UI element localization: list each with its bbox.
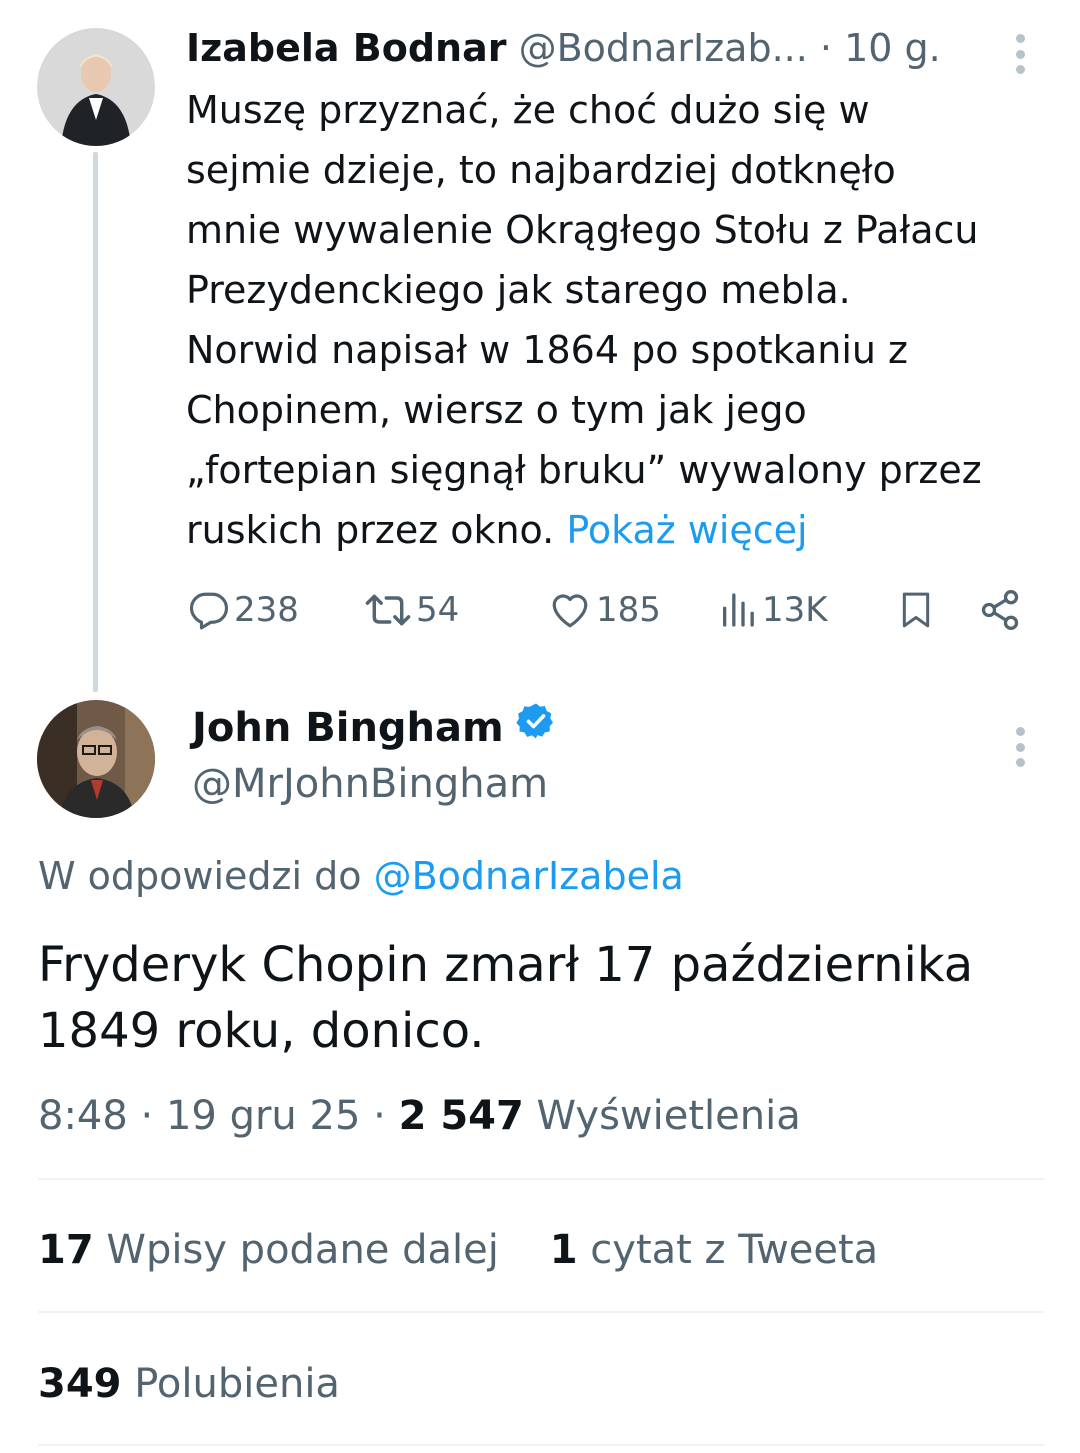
avatar-john-bingham[interactable] [37,700,155,818]
like-button[interactable]: 185 [548,584,661,636]
reply-icon [188,589,230,631]
text-line-last: ruskich przez okno. [186,508,555,552]
main-author-handle[interactable]: @MrJohnBingham [192,756,548,812]
repost-icon [364,589,412,631]
likes-stat[interactable]: 349 Polubienia [38,1356,340,1412]
share-button[interactable] [978,584,1022,636]
quotes-count: 1 [549,1227,578,1273]
engagement-stats: 17 Wpisy podane dalej 1 cytat z Tweeta [38,1222,878,1278]
text-line: ruskich przez okno. Pokaż więcej [186,500,1056,560]
views-icon [718,589,758,631]
likes-label: Polubienia [134,1361,340,1407]
reply-to-line: W odpowiedzi do @BodnarIzabela [38,848,684,904]
main-more-icon[interactable] [1015,727,1025,767]
text-line: mnie wywalenie Okrągłego Stołu z Pałacu [186,208,979,252]
main-author-name[interactable]: John Bingham [192,700,504,756]
parent-tweet-text[interactable]: Muszę przyznać, że choć dużo się w sejmi… [186,80,1056,560]
parent-more-icon[interactable] [1015,34,1025,74]
verified-badge-icon[interactable] [516,700,556,756]
repost-button[interactable]: 54 [364,584,459,636]
tweet-date[interactable]: 19 gru 25 [166,1093,360,1139]
main-tweet-text: Fryderyk Chopin zmarł 17 października 18… [38,932,1048,1064]
reposts-label: Wpisy podane dalej [106,1227,499,1273]
reply-count: 238 [234,590,299,630]
bookmark-icon [896,588,936,632]
likes-count: 349 [38,1361,122,1407]
header-separator: · [819,26,832,70]
meta-dot: · [373,1093,386,1139]
text-line: sejmie dzieje, to najbardziej dotknęło [186,148,896,192]
thread-connector-line [93,152,98,692]
views-count: 13K [762,590,828,630]
views-total: 2 547 [398,1093,524,1139]
text-line: „fortepian sięgnął bruku” wywalony przez [186,448,982,492]
reply-to-prefix: W odpowiedzi do [38,854,362,898]
divider [38,1178,1044,1180]
tweet-meta: 8:48 · 19 gru 25 · 2 547 Wyświetlenia [38,1088,801,1144]
text-line: Muszę przyznać, że choć dużo się w [186,88,870,132]
parent-author-handle[interactable]: @BodnarIzab... [519,26,808,70]
divider [38,1444,1044,1446]
parent-time-ago[interactable]: 10 g. [844,26,941,70]
meta-dot: · [140,1093,154,1139]
quotes-label: cytat z Tweeta [590,1227,879,1273]
tweet-time[interactable]: 8:48 [38,1093,128,1139]
like-icon [548,589,592,631]
text-line: 1849 roku, donico. [38,1003,485,1059]
parent-author-name[interactable]: Izabela Bodnar [186,26,506,70]
bookmark-button[interactable] [896,584,936,636]
quotes-stat[interactable]: 1 cytat z Tweeta [550,1227,878,1273]
views-label: Wyświetlenia [536,1093,801,1139]
like-count: 185 [596,590,661,630]
text-line: Norwid napisał w 1864 po spotkaniu z [186,328,908,372]
show-more-link[interactable]: Pokaż więcej [566,508,807,552]
repost-count: 54 [416,590,460,630]
avatar-izabela-bodnar[interactable] [37,28,155,146]
text-line: Chopinem, wiersz o tym jak jego [186,388,807,432]
reply-to-handle-link[interactable]: @BodnarIzabela [374,854,684,898]
parent-tweet-header: Izabela Bodnar @BodnarIzab... · 10 g. [186,22,941,74]
reply-button[interactable]: 238 [188,584,299,636]
main-author-name-row: John Bingham [192,700,556,756]
text-line: Fryderyk Chopin zmarł 17 października [38,937,974,993]
reposts-stat[interactable]: 17 Wpisy podane dalej [38,1227,499,1273]
reposts-count: 17 [38,1227,94,1273]
divider [38,1311,1044,1313]
text-line: Prezydenckiego jak starego mebla. [186,268,851,312]
views-button[interactable]: 13K [718,584,828,636]
share-icon [978,588,1022,632]
